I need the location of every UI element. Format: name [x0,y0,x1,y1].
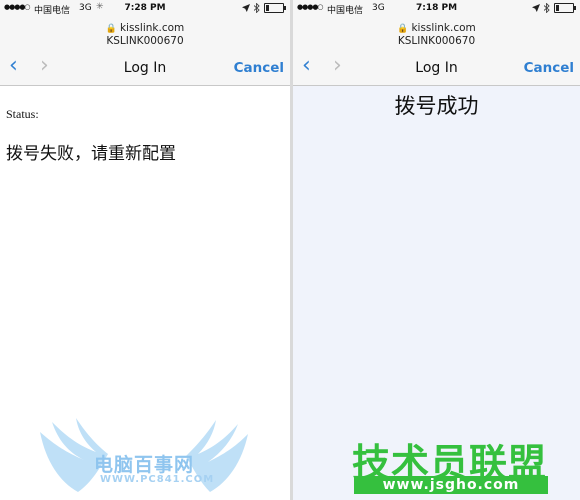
watermark-url: WWW.PC841.COM [100,474,215,485]
browser-chrome: ●●●●○ 中国电信 3G 7:18 PM 🔒 kisslink.com KSLI… [293,0,580,86]
battery-level [266,5,269,11]
bluetooth-icon [254,3,260,13]
network-ssid: KSLINK000670 [397,35,476,47]
location-arrow-icon [532,4,540,12]
dial-failure-message: 拨号失败，请重新配置 [6,144,176,164]
watermark-title: 电脑百事网 [94,454,195,476]
bluetooth-icon [544,3,550,13]
url-text: kisslink.com [411,22,476,34]
lock-icon: 🔒 [397,24,409,34]
battery-icon [264,3,286,13]
url-display[interactable]: 🔒 kisslink.com [293,22,580,34]
status-bar: ●●●●○ 中国电信 3G 7:18 PM [293,0,580,16]
location-arrow-icon [242,4,250,12]
watermark-pc841: 电脑百事网 WWW.PC841.COM [38,412,253,494]
status-label: Status: [6,107,39,121]
watermark-url-jsgho: www.jsgho.com [354,476,548,494]
network-ssid: KSLINK000670 [106,35,184,47]
battery-level [556,5,559,11]
battery-icon [554,3,576,13]
status-bar: ●●●●○ 中国电信 3G ✳ 7:28 PM [0,0,290,16]
cancel-button[interactable]: Cancel [524,60,574,76]
status-right-icons [242,3,286,13]
url-display[interactable]: 🔒 kisslink.com [0,22,290,34]
cancel-button[interactable]: Cancel [234,60,284,76]
phone-screenshot-success: ●●●●○ 中国电信 3G 7:18 PM 🔒 kisslink.com KSLI… [293,0,580,500]
url-text: kisslink.com [119,22,185,34]
status-right-icons [532,3,576,13]
phone-screenshot-failure: ●●●●○ 中国电信 3G ✳ 7:28 PM 🔒 kisslink.com KS… [0,0,290,500]
lock-icon: 🔒 [105,24,117,34]
dial-success-message: 拨号成功 [394,94,479,118]
browser-chrome: ●●●●○ 中国电信 3G ✳ 7:28 PM 🔒 kisslink.com KS… [0,0,290,86]
